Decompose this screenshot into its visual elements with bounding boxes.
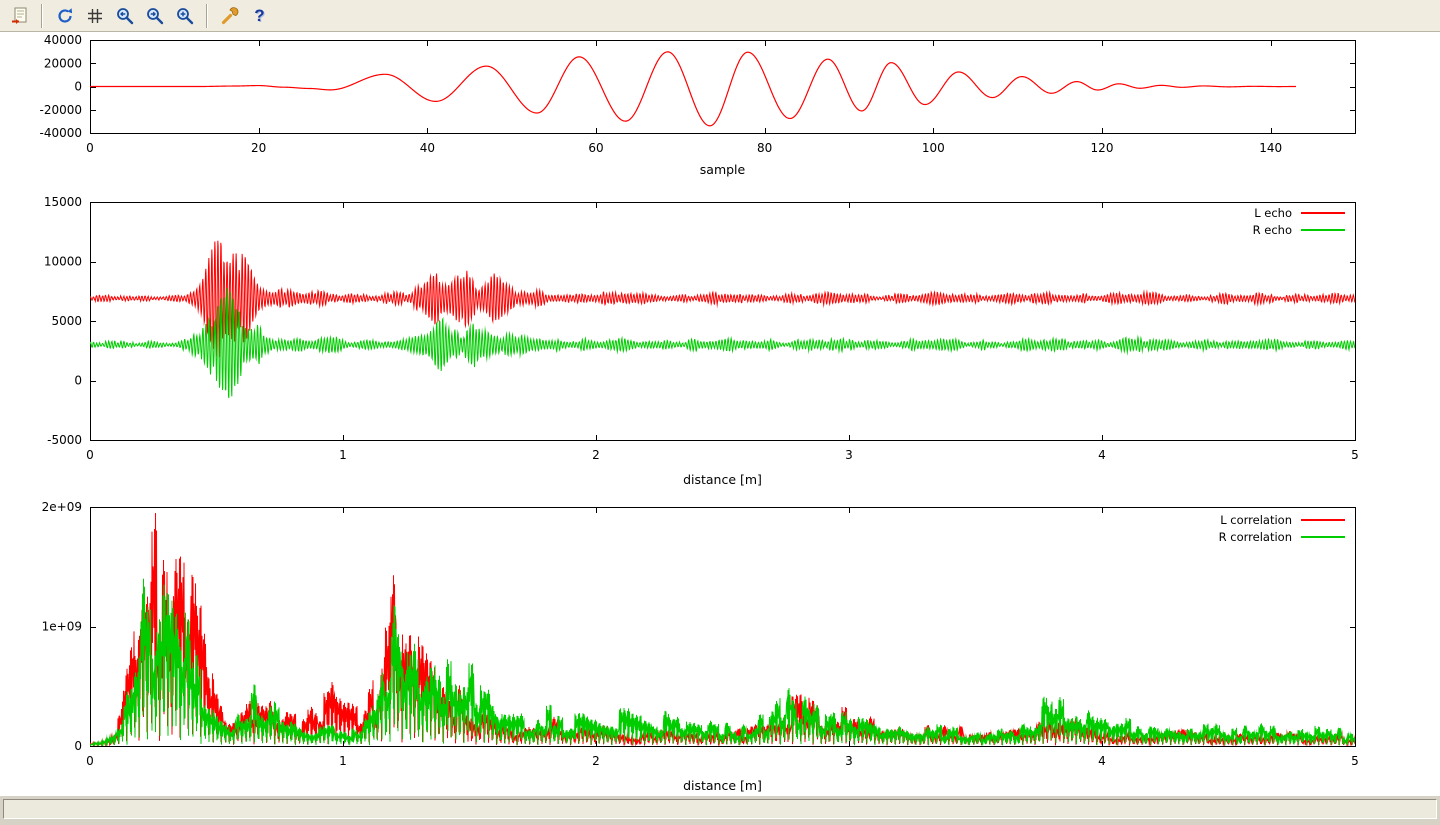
echo-legend: L echo R echo	[1253, 204, 1345, 238]
copy-to-clipboard-button[interactable]	[6, 2, 33, 29]
toggle-grid-button[interactable]	[81, 2, 108, 29]
legend-label: L echo	[1254, 206, 1292, 220]
zoom-next-icon	[145, 6, 165, 26]
legend-line-sample	[1301, 519, 1345, 521]
copy-to-clipboard-icon	[10, 6, 30, 26]
help-button[interactable]: ?	[246, 2, 273, 29]
echo-chart-canvas[interactable]	[0, 192, 1440, 492]
legend-label: R echo	[1253, 223, 1292, 237]
zoom-previous-button[interactable]	[111, 2, 138, 29]
status-bar	[0, 795, 1440, 825]
legend-item: L correlation	[1219, 511, 1345, 528]
legend-item: R correlation	[1219, 528, 1345, 545]
signal-chart-canvas[interactable]	[0, 32, 1440, 192]
legend-line-sample	[1301, 229, 1345, 231]
zoom-previous-icon	[115, 6, 135, 26]
legend-label: L correlation	[1220, 513, 1292, 527]
legend-line-sample	[1301, 212, 1345, 214]
wrench-icon	[220, 6, 240, 26]
autoscale-button[interactable]	[171, 2, 198, 29]
zoom-next-button[interactable]	[141, 2, 168, 29]
replot-icon	[55, 6, 75, 26]
legend-line-sample	[1301, 536, 1345, 538]
toolbar-separator	[41, 4, 43, 28]
configure-plot-button[interactable]	[216, 2, 243, 29]
help-icon: ?	[254, 7, 264, 24]
legend-item: L echo	[1253, 204, 1345, 221]
correlation-legend: L correlation R correlation	[1219, 511, 1345, 545]
toolbar-separator	[206, 4, 208, 28]
legend-item: R echo	[1253, 221, 1345, 238]
plot-area: L echo R echo L correlation R correlatio…	[0, 32, 1440, 795]
replot-button[interactable]	[51, 2, 78, 29]
status-message	[3, 799, 1437, 819]
toolbar: ?	[0, 0, 1440, 32]
legend-label: R correlation	[1219, 530, 1292, 544]
autoscale-icon	[175, 6, 195, 26]
grid-icon	[85, 6, 105, 26]
